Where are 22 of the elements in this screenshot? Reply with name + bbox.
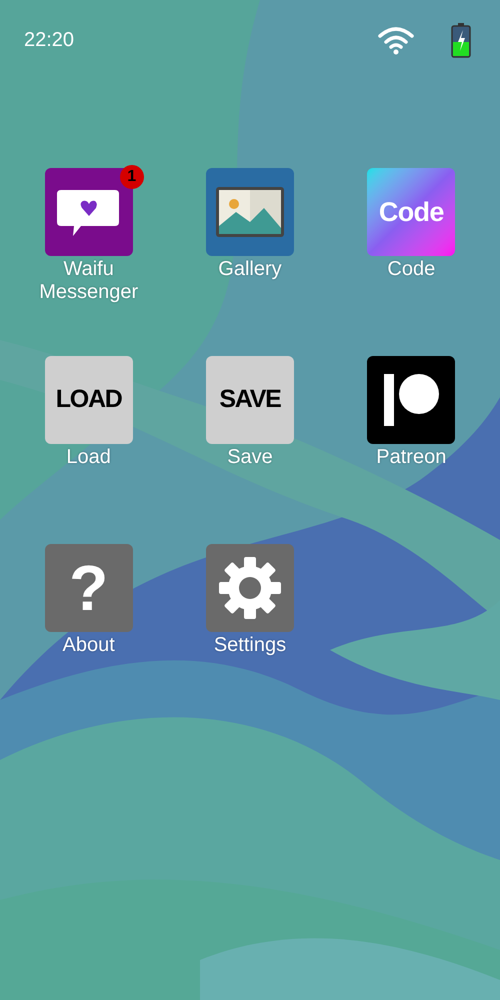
- icon-text: Code: [378, 196, 444, 229]
- wifi-icon: [378, 25, 414, 55]
- help-icon[interactable]: ?: [44, 544, 133, 632]
- app-label[interactable]: Save: [190, 446, 310, 469]
- app-label[interactable]: Waifu Messenger: [28, 258, 149, 304]
- settings-icon[interactable]: [206, 544, 294, 632]
- image-icon[interactable]: [206, 168, 294, 256]
- icon-text: LOAD: [56, 384, 122, 416]
- icon-text: SAVE: [219, 384, 281, 416]
- load-icon[interactable]: LOAD: [44, 356, 133, 444]
- icon-text: ?: [69, 556, 108, 620]
- app-label[interactable]: Load: [28, 446, 149, 469]
- logo-icon[interactable]: [367, 356, 456, 444]
- app-label[interactable]: About: [28, 634, 149, 657]
- battery-icon: [450, 22, 472, 58]
- app-label[interactable]: Code: [351, 258, 472, 281]
- code-icon[interactable]: Code: [367, 168, 456, 256]
- app-label[interactable]: Patreon: [351, 446, 472, 469]
- app-label[interactable]: Settings: [190, 634, 310, 657]
- app-label[interactable]: Gallery: [190, 258, 310, 281]
- save-icon[interactable]: SAVE: [206, 356, 294, 444]
- clock: 22:20: [24, 28, 74, 53]
